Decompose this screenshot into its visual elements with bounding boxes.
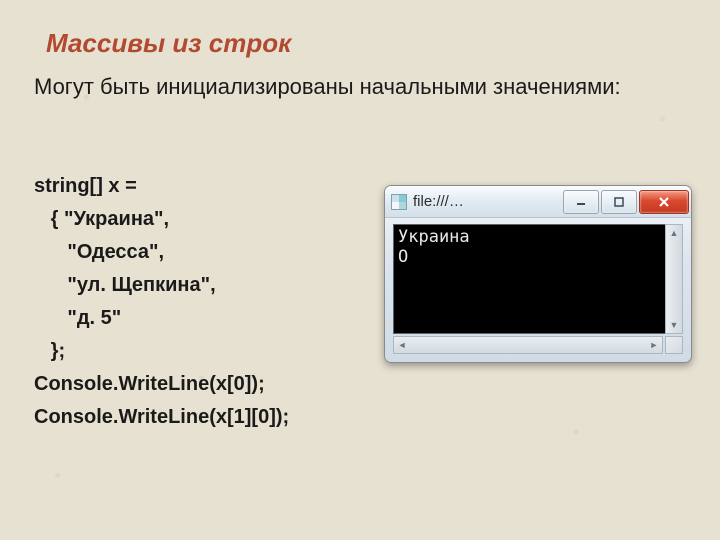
code-line: "Одесса", — [34, 241, 164, 263]
minimize-icon — [576, 197, 586, 207]
console-output: Украина О — [393, 224, 683, 334]
window-titlebar: file:///… — [385, 186, 691, 218]
scroll-down-icon: ▼ — [666, 317, 682, 333]
maximize-icon — [614, 197, 624, 207]
scroll-right-icon: ► — [646, 337, 662, 353]
vertical-scrollbar[interactable]: ▲ ▼ — [665, 224, 683, 334]
scroll-left-icon: ◄ — [394, 337, 410, 353]
slide-subtitle: Могут быть инициализированы начальными з… — [34, 73, 686, 101]
horizontal-scrollbar[interactable]: ◄ ► — [393, 336, 663, 354]
app-icon — [391, 194, 407, 210]
resize-grip[interactable] — [665, 336, 683, 354]
scroll-up-icon: ▲ — [666, 225, 682, 241]
window-title: file:///… — [413, 193, 561, 210]
console-window: file:///… Украина О ▲ ▼ ◄ ► — [384, 185, 692, 363]
code-line: "д. 5" — [34, 307, 121, 329]
close-button[interactable] — [639, 190, 689, 214]
code-line: string[] x = — [34, 175, 137, 197]
code-line: Console.WriteLine(x[0]); — [34, 373, 265, 395]
window-controls — [561, 190, 689, 214]
code-line: Console.WriteLine(x[1][0]); — [34, 406, 289, 428]
code-line: }; — [34, 340, 65, 362]
code-line: { "Украина", — [34, 208, 169, 230]
maximize-button[interactable] — [601, 190, 637, 214]
minimize-button[interactable] — [563, 190, 599, 214]
slide-title: Массивы из строк — [46, 28, 686, 59]
close-icon — [658, 196, 670, 208]
code-line: "ул. Щепкина", — [34, 274, 216, 296]
